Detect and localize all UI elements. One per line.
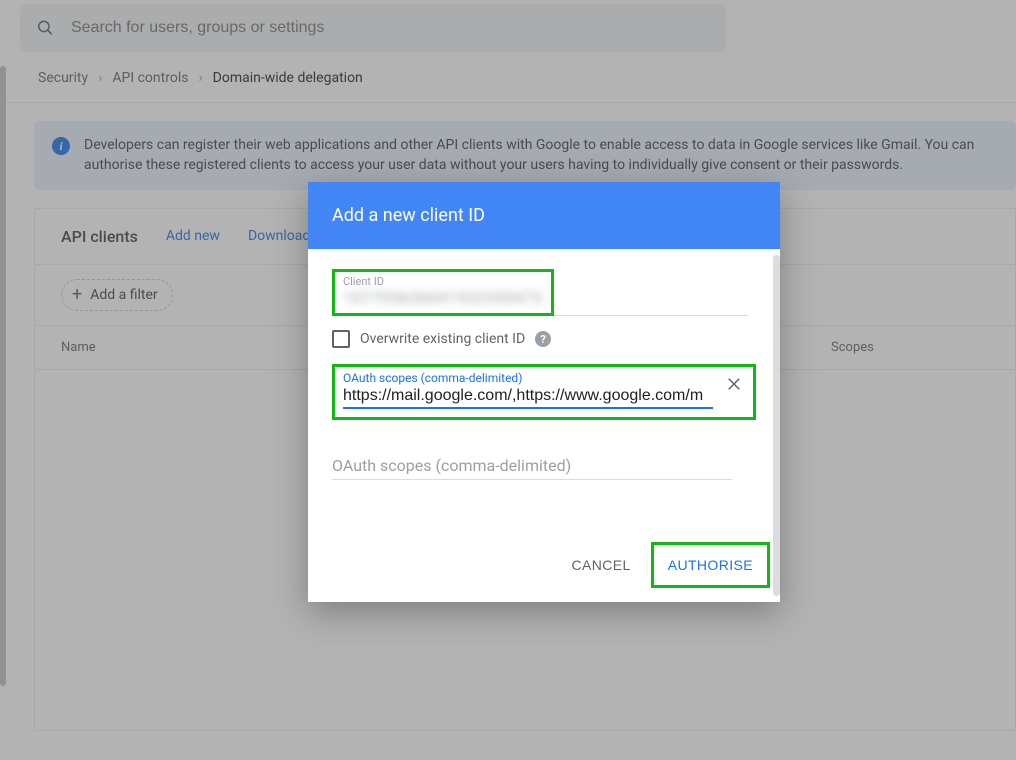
close-icon[interactable] xyxy=(725,375,743,393)
help-icon[interactable]: ? xyxy=(535,331,551,347)
oauth-scopes-empty-input[interactable]: OAuth scopes (comma-delimited) xyxy=(332,456,732,480)
overwrite-checkbox[interactable] xyxy=(332,330,350,348)
oauth-scopes-input[interactable] xyxy=(343,385,713,409)
authorise-button[interactable]: AUTHORISE xyxy=(658,547,763,583)
client-id-label: Client ID xyxy=(343,276,543,288)
overwrite-label: Overwrite existing client ID xyxy=(360,331,525,347)
add-client-modal: Add a new client ID Client ID 1077056360… xyxy=(308,182,780,602)
cancel-button[interactable]: CANCEL xyxy=(562,547,641,583)
oauth-scopes-field[interactable]: OAuth scopes (comma-delimited) xyxy=(332,364,756,420)
client-id-field[interactable]: Client ID 107705636041532355473 xyxy=(332,269,554,316)
client-id-value: 107705636041532355473 xyxy=(343,288,543,307)
modal-scrollbar[interactable] xyxy=(773,255,780,596)
modal-title: Add a new client ID xyxy=(308,182,780,249)
oauth-scopes-label: OAuth scopes (comma-delimited) xyxy=(343,371,745,385)
